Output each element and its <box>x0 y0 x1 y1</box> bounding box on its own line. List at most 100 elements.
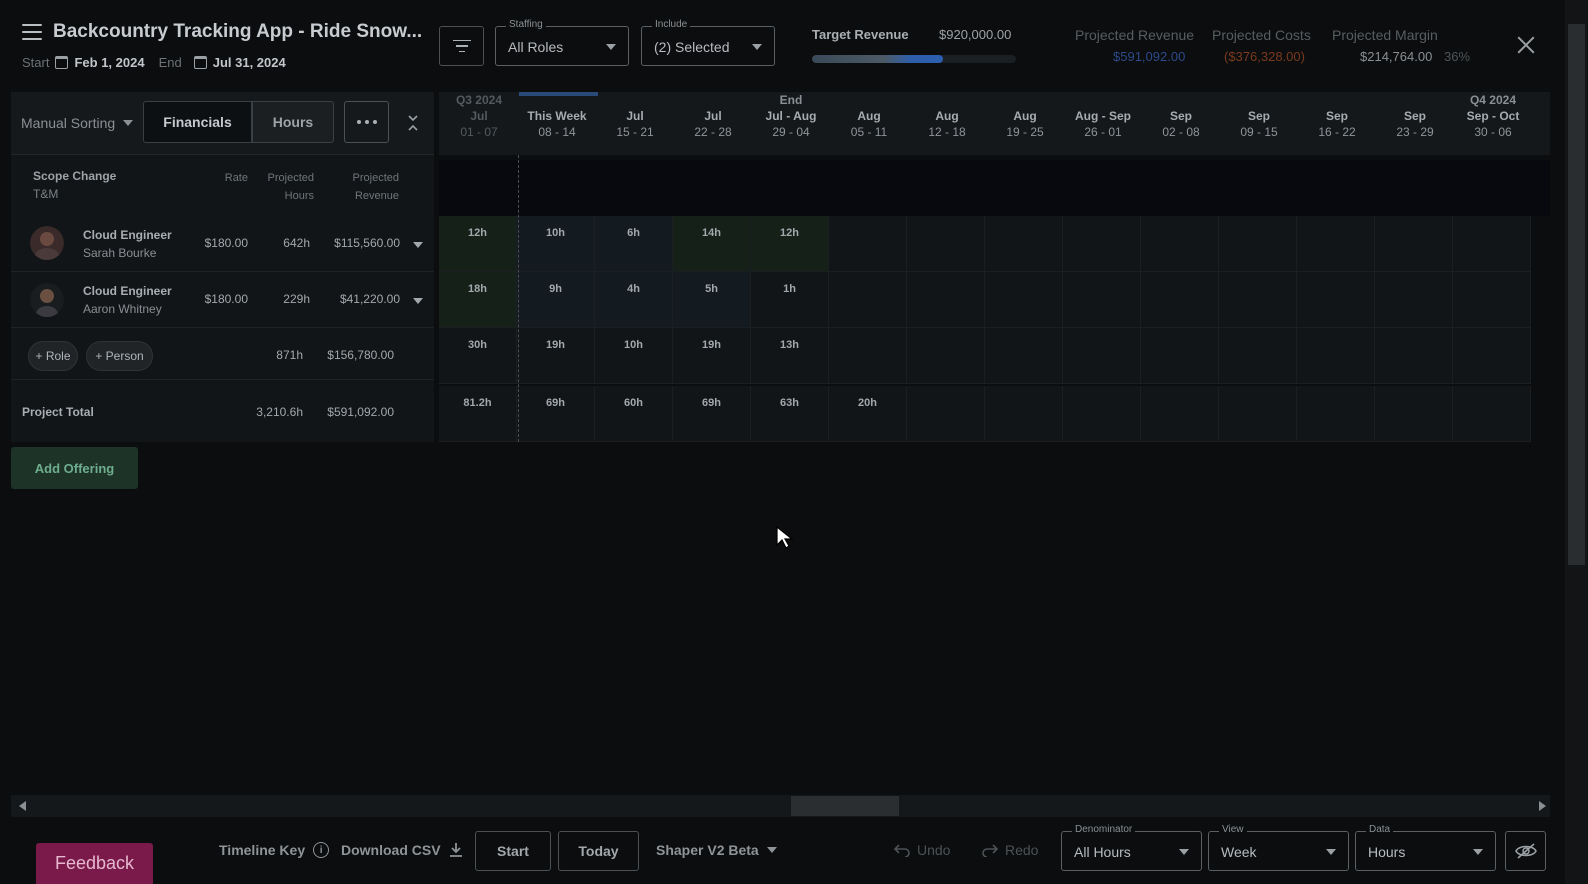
chevron-down-icon[interactable] <box>413 242 423 248</box>
start-date[interactable]: Feb 1, 2024 <box>74 55 144 70</box>
hours-cell[interactable] <box>1141 272 1219 328</box>
filter-button[interactable] <box>439 26 484 66</box>
hours-cell[interactable] <box>829 328 907 384</box>
chevron-down-icon[interactable] <box>413 298 423 304</box>
hours-cell[interactable]: 30h <box>439 328 517 384</box>
hours-cell[interactable] <box>1453 272 1531 328</box>
hours-cell[interactable]: 6h <box>595 216 673 272</box>
hours-cell[interactable] <box>829 216 907 272</box>
hours-cell[interactable] <box>829 272 907 328</box>
undo-button[interactable]: Undo <box>893 842 950 858</box>
hours-cell[interactable]: 10h <box>517 216 595 272</box>
more-options-button[interactable] <box>344 101 389 143</box>
scroll-right-icon[interactable] <box>1539 801 1546 811</box>
vertical-scroll-thumb[interactable] <box>1568 24 1585 565</box>
shaper-dropdown[interactable]: Shaper V2 Beta <box>656 842 777 858</box>
hours-cell[interactable]: 20h <box>829 386 907 442</box>
hours-cell[interactable]: 19h <box>673 328 751 384</box>
hours-cell[interactable]: 10h <box>595 328 673 384</box>
redo-button[interactable]: Redo <box>981 842 1038 858</box>
sorting-dropdown[interactable]: Manual Sorting <box>21 115 134 131</box>
hours-cell[interactable] <box>1141 216 1219 272</box>
today-line <box>518 155 519 442</box>
hours-cell[interactable] <box>1375 216 1453 272</box>
hours-cell[interactable]: 12h <box>439 216 517 272</box>
hours-cell[interactable] <box>1219 272 1297 328</box>
hours-cell[interactable] <box>907 216 985 272</box>
today-button[interactable]: Today <box>558 831 639 871</box>
hours-cell[interactable] <box>1375 328 1453 384</box>
role-name: Cloud Engineer <box>83 284 172 298</box>
hours-cell[interactable]: 12h <box>751 216 829 272</box>
hours-cell[interactable]: 5h <box>673 272 751 328</box>
menu-icon[interactable] <box>22 24 42 40</box>
hours-cell[interactable] <box>1063 216 1141 272</box>
hours-cell[interactable]: 4h <box>595 272 673 328</box>
add-offering-button[interactable]: Add Offering <box>11 447 138 489</box>
hours-cell[interactable]: 14h <box>673 216 751 272</box>
hide-toggle-button[interactable] <box>1505 831 1546 871</box>
feedback-button[interactable]: Feedback <box>36 843 153 884</box>
hours-cell[interactable]: 1h <box>751 272 829 328</box>
hours-cell[interactable] <box>1297 272 1375 328</box>
hours-cell[interactable] <box>1141 328 1219 384</box>
horizontal-scroll-thumb[interactable] <box>791 796 899 816</box>
hours-cell[interactable] <box>1297 216 1375 272</box>
hours-toggle[interactable]: Hours <box>252 101 334 143</box>
hours-cell[interactable] <box>907 386 985 442</box>
hours-cell[interactable] <box>1453 216 1531 272</box>
calendar-icon[interactable] <box>55 56 69 69</box>
download-csv-button[interactable]: Download CSV <box>341 842 463 858</box>
hours-cell[interactable] <box>1063 386 1141 442</box>
hours-cell[interactable]: 19h <box>517 328 595 384</box>
hours-cell[interactable]: 18h <box>439 272 517 328</box>
add-person-button[interactable]: + Person <box>86 341 153 371</box>
hours-cell[interactable] <box>1297 386 1375 442</box>
collapse-icon[interactable] <box>407 114 419 132</box>
hours-cell[interactable]: 9h <box>517 272 595 328</box>
add-role-button[interactable]: + Role <box>28 341 78 371</box>
denominator-select[interactable]: Denominator All Hours <box>1061 824 1202 871</box>
scroll-left-icon[interactable] <box>19 801 26 811</box>
financials-toggle[interactable]: Financials <box>143 101 252 143</box>
hours-cell[interactable] <box>1219 386 1297 442</box>
hours-cell[interactable] <box>1375 272 1453 328</box>
hours-cell[interactable]: 81.2h <box>439 386 517 442</box>
hours-cell[interactable]: 69h <box>517 386 595 442</box>
subtotal-revenue: $156,780.00 <box>327 348 394 362</box>
hours-cell[interactable] <box>985 216 1063 272</box>
include-select[interactable]: Include (2) Selected <box>641 19 775 66</box>
view-select[interactable]: View Week <box>1208 824 1349 871</box>
hours-cell[interactable] <box>985 272 1063 328</box>
week-month: Jul <box>470 109 488 123</box>
hours-cell[interactable] <box>1453 328 1531 384</box>
hours-cell[interactable] <box>1297 328 1375 384</box>
hours-cell[interactable] <box>1219 328 1297 384</box>
hours-cell[interactable] <box>1063 328 1141 384</box>
data-select[interactable]: Data Hours <box>1355 824 1496 871</box>
hours-cell[interactable] <box>907 328 985 384</box>
hours-cell[interactable]: 63h <box>751 386 829 442</box>
hours-cell[interactable] <box>1219 216 1297 272</box>
hours-cell[interactable] <box>1063 272 1141 328</box>
close-icon[interactable] <box>1517 36 1535 54</box>
hours-cell[interactable]: 69h <box>673 386 751 442</box>
week-column-header: Sep 02 - 08 <box>1142 93 1220 139</box>
hours-cell[interactable] <box>1453 386 1531 442</box>
week-column-header: Jul 15 - 21 <box>596 93 674 139</box>
calendar-icon[interactable] <box>193 56 207 69</box>
timeline-key[interactable]: Timeline Key i <box>219 842 330 858</box>
hours-cell[interactable] <box>985 386 1063 442</box>
hours-cell[interactable]: 60h <box>595 386 673 442</box>
staffing-select[interactable]: Staffing All Roles <box>495 19 629 66</box>
chevron-down-icon <box>123 120 134 126</box>
start-button[interactable]: Start <box>475 831 551 871</box>
end-date[interactable]: Jul 31, 2024 <box>213 55 286 70</box>
info-icon[interactable]: i <box>313 842 330 858</box>
hours-cell[interactable] <box>1141 386 1219 442</box>
hours-cell[interactable] <box>907 272 985 328</box>
hours-cell[interactable] <box>1375 386 1453 442</box>
hours-cell[interactable] <box>985 328 1063 384</box>
hours-cell[interactable]: 13h <box>751 328 829 384</box>
horizontal-scrollbar[interactable] <box>11 795 1550 817</box>
